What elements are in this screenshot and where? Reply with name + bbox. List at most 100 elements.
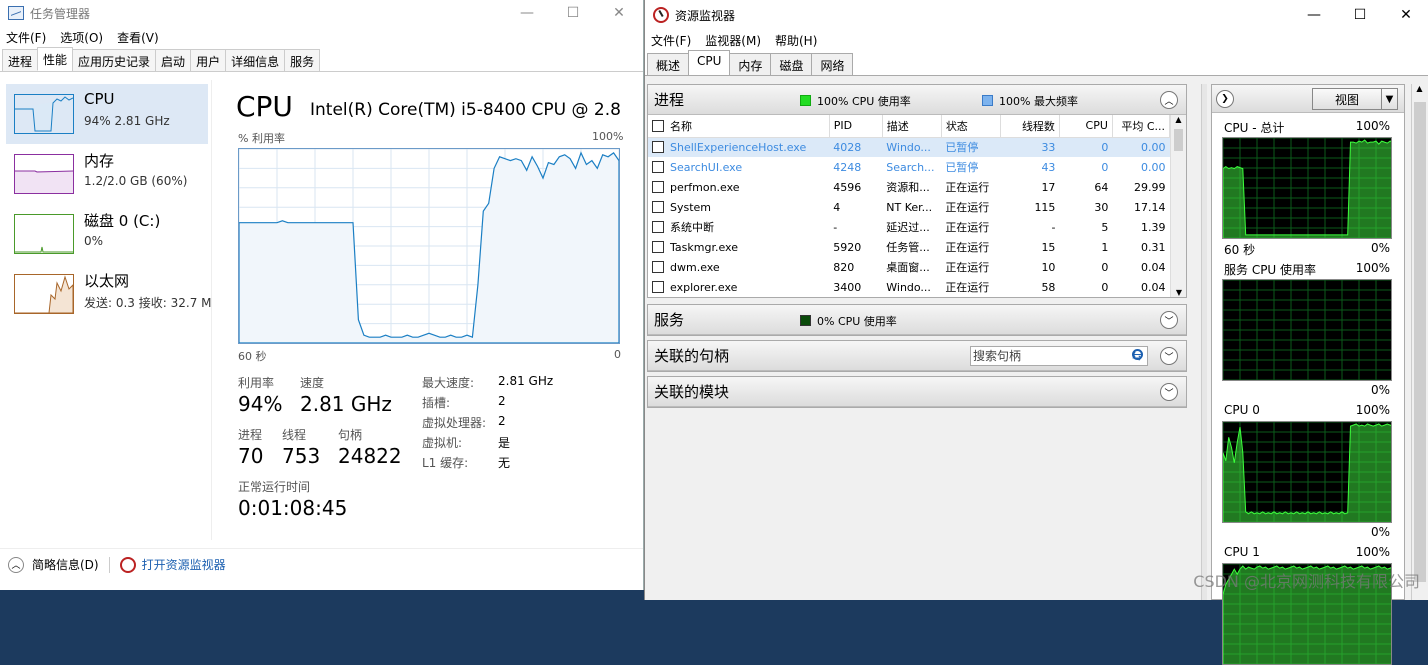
cell-threads: - xyxy=(1051,220,1056,234)
sidebar-item-disk[interactable]: 磁盘 0 (C:) 0% xyxy=(6,204,208,264)
rm-tab-network[interactable]: 网络 xyxy=(811,53,854,75)
row-checkbox[interactable] xyxy=(652,200,664,213)
mini-graph xyxy=(1222,279,1392,381)
cell-threads: 17 xyxy=(1041,180,1056,194)
sidebar-cpu-sub: 94% 2.81 GHz xyxy=(84,114,170,128)
handles-header[interactable]: 关联的句柄 搜索句柄 ⇆ ﹀ xyxy=(648,341,1186,371)
cell-desc: 延迟过... xyxy=(886,221,930,234)
utilization-label: 利用率 xyxy=(238,376,275,390)
row-checkbox[interactable] xyxy=(652,180,664,193)
view-dropdown[interactable]: 视图 ▼ xyxy=(1312,88,1398,110)
sidebar-item-memory[interactable]: 内存 1.2/2.0 GB (60%) xyxy=(6,144,208,204)
tm-window-controls: — ☐ ✕ xyxy=(504,0,642,26)
col-avg-cpu[interactable]: 平均 C... xyxy=(1112,115,1171,138)
col-desc[interactable]: 描述 xyxy=(882,115,942,138)
cell-desc: Windo... xyxy=(882,137,942,157)
tab-startup[interactable]: 启动 xyxy=(155,49,192,71)
maximize-button[interactable]: ☐ xyxy=(550,0,596,26)
menu-options[interactable]: 选项(O) xyxy=(60,29,103,46)
process-row[interactable]: 系统中断 - 延迟过... 正在运行 - 5 1.39 xyxy=(648,217,1170,237)
graphs-scrollbar[interactable]: ▲ xyxy=(1411,84,1427,600)
row-checkbox[interactable] xyxy=(652,221,664,233)
sidebar-item-cpu[interactable]: CPU 94% 2.81 GHz xyxy=(6,84,208,144)
scroll-up-icon[interactable]: ▲ xyxy=(1171,115,1186,124)
col-pid[interactable]: PID xyxy=(829,115,883,138)
cell-threads: 43 xyxy=(1041,160,1056,174)
rm-maximize-button[interactable]: ☐ xyxy=(1337,2,1383,28)
tab-processes[interactable]: 进程 xyxy=(2,49,39,71)
processes-scroll-thumb[interactable] xyxy=(1174,129,1183,151)
brief-info-link[interactable]: 简略信息(D) xyxy=(32,556,99,573)
main-pane-scrollbar[interactable] xyxy=(1201,84,1207,600)
tab-users[interactable]: 用户 xyxy=(190,49,227,71)
tab-app-history[interactable]: 应用历史记录 xyxy=(72,49,157,71)
processes-scrollbar[interactable]: ▲ ▼ xyxy=(1170,115,1186,297)
mini-graph-title: CPU 1 xyxy=(1224,545,1260,559)
process-row[interactable]: perfmon.exe 4596 资源和... 正在运行 17 64 29.99 xyxy=(648,177,1170,197)
process-row[interactable]: SearchUI.exe 4248 Search... 已暂停 43 0 0.00 xyxy=(648,157,1170,177)
cell-status: 正在运行 xyxy=(945,181,990,194)
rm-close-button[interactable]: ✕ xyxy=(1383,2,1428,28)
tab-performance[interactable]: 性能 xyxy=(37,47,74,71)
services-header[interactable]: 服务 0% CPU 使用率 ﹀ xyxy=(648,305,1186,335)
cell-avg-cpu: 0.04 xyxy=(1141,260,1166,274)
cell-desc: 资源和... xyxy=(886,181,930,194)
menu-file[interactable]: 文件(F) xyxy=(6,29,46,46)
close-button[interactable]: ✕ xyxy=(596,0,642,26)
chevron-right-icon[interactable]: ❯ xyxy=(1216,90,1234,108)
process-row[interactable]: dwm.exe 820 桌面窗... 正在运行 10 0 0.04 xyxy=(648,257,1170,277)
rm-menu-file[interactable]: 文件(F) xyxy=(651,32,691,49)
col-cpu[interactable]: CPU xyxy=(1059,115,1113,138)
scroll-down-icon[interactable]: ▼ xyxy=(1171,288,1187,297)
process-row[interactable]: Taskmgr.exe 5920 任务管... 正在运行 15 1 0.31 xyxy=(648,237,1170,257)
rm-minimize-button[interactable]: — xyxy=(1291,2,1337,28)
tab-details[interactable]: 详细信息 xyxy=(225,49,286,71)
graphs-scroll-thumb[interactable] xyxy=(1414,102,1426,582)
rm-tab-memory[interactable]: 内存 xyxy=(729,53,772,75)
handle-search-placeholder: 搜索句柄 xyxy=(973,349,1022,363)
mini-graph-max: 100% xyxy=(1355,403,1390,417)
rm-tab-cpu[interactable]: CPU xyxy=(688,50,731,75)
sidebar-disk-sub: 0% xyxy=(84,234,104,248)
modules-header[interactable]: 关联的模块 ﹀ xyxy=(648,377,1186,407)
dropdown-arrow-icon[interactable]: ▼ xyxy=(1381,89,1397,109)
processes-header[interactable]: 进程 100% CPU 使用率 100% 最大频率 ︿ xyxy=(648,85,1186,115)
process-row[interactable]: ShellExperienceHost.exe 4028 Windo... 已暂停 33… xyxy=(648,137,1170,157)
minimize-button[interactable]: — xyxy=(504,0,550,26)
row-checkbox[interactable] xyxy=(652,280,664,293)
row-checkbox[interactable] xyxy=(652,240,664,253)
services-cpu-usage: 0% CPU 使用率 xyxy=(800,313,897,329)
col-status[interactable]: 状态 xyxy=(941,115,1001,138)
menu-view[interactable]: 查看(V) xyxy=(117,29,159,46)
expand-down-icon[interactable]: ﹀ xyxy=(1160,311,1178,329)
col-threads[interactable]: 线程数 xyxy=(1000,115,1060,138)
process-name-text: explorer.exe xyxy=(670,280,738,294)
rm-tab-disk[interactable]: 磁盘 xyxy=(770,53,813,75)
expand-down-icon[interactable]: ﹀ xyxy=(1160,383,1178,401)
sidebar-item-ethernet[interactable]: 以太网 发送: 0.3 接收: 32.7 M xyxy=(6,264,212,324)
row-checkbox[interactable] xyxy=(652,160,664,173)
collapse-up-icon[interactable]: ︿ xyxy=(1160,91,1178,109)
expand-down-icon[interactable]: ﹀ xyxy=(1160,347,1178,365)
process-row[interactable]: explorer.exe 3400 Windo... 正在运行 58 0 0.04 xyxy=(648,277,1170,297)
rm-menu-help[interactable]: 帮助(H) xyxy=(775,32,817,49)
process-name-text: perfmon.exe xyxy=(670,180,740,194)
view-dropdown-label: 视图 xyxy=(1334,92,1359,107)
handle-search-input[interactable]: 搜索句柄 xyxy=(970,346,1148,366)
process-row[interactable]: System 4 NT Ker... 正在运行 115 30 17.14 xyxy=(648,197,1170,217)
refresh-icon[interactable]: ⇆ xyxy=(1132,349,1142,363)
col-name[interactable]: 名称 xyxy=(648,115,830,138)
open-resource-monitor-link[interactable]: 打开资源监视器 xyxy=(142,556,226,573)
mini-graph-svg xyxy=(1223,280,1391,380)
spec-vm-label: 虚拟机: xyxy=(422,436,463,450)
rm-menu-monitor[interactable]: 监视器(M) xyxy=(705,32,761,49)
chevron-up-icon[interactable]: ︿ xyxy=(8,556,24,573)
row-checkbox[interactable] xyxy=(652,140,664,153)
row-checkbox[interactable] xyxy=(652,260,664,273)
select-all-checkbox[interactable] xyxy=(652,119,664,132)
graphs-scroll-up-icon[interactable]: ▲ xyxy=(1412,84,1427,93)
uptime-value: 0:01:08:45 xyxy=(238,496,348,520)
rm-tab-overview[interactable]: 概述 xyxy=(647,53,690,75)
tab-services[interactable]: 服务 xyxy=(284,49,321,71)
mini-graph xyxy=(1222,137,1392,239)
